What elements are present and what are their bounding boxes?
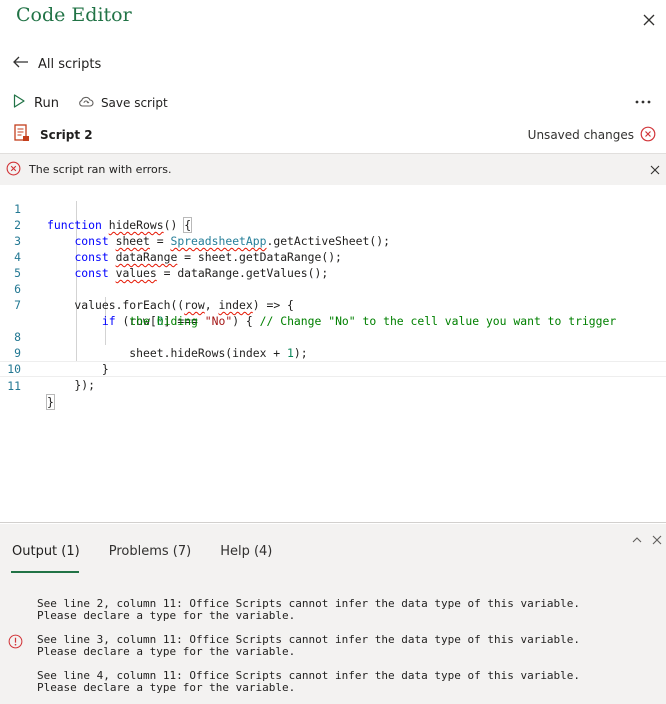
- output-message: See line 4, column 11: Office Scripts ca…: [37, 670, 580, 694]
- line-number: 11: [7, 379, 21, 393]
- message-line: Please declare a type for the variable.: [37, 609, 296, 622]
- script-header: Script 2 Unsaved changes: [14, 124, 656, 146]
- script-name: Script 2: [40, 128, 93, 142]
- code-editor[interactable]: 1 function hideRows() { 2 const sheet = …: [0, 185, 666, 523]
- app-title: Code Editor: [16, 4, 132, 26]
- code-line: 1 function hideRows() {: [0, 185, 666, 233]
- code-line: 2 const sheet = SpreadsheetApp.getActive…: [0, 201, 666, 248]
- output-message: See line 3, column 11: Office Scripts ca…: [37, 634, 580, 658]
- arrow-left-icon: [12, 55, 30, 73]
- chevron-up-icon[interactable]: [630, 532, 644, 546]
- dismiss-error-icon[interactable]: [648, 163, 662, 177]
- script-file-icon: [14, 124, 30, 146]
- code-line: 9 }: [0, 329, 666, 376]
- close-icon[interactable]: [640, 11, 658, 29]
- code-line: 7 if (row[0] === "No") { // Change "No" …: [0, 281, 666, 328]
- error-circle-icon: [640, 126, 656, 145]
- code-line-wrap: the hiding: [0, 297, 666, 328]
- unsaved-label: Unsaved changes: [527, 128, 634, 142]
- more-options-icon[interactable]: [634, 93, 652, 111]
- code-line: 10 });: [0, 345, 666, 392]
- output-panel: Output (1) Problems (7) Help (4) See lin…: [0, 524, 666, 704]
- code-line: 5: [0, 249, 666, 280]
- tab-problems[interactable]: Problems (7): [109, 544, 191, 559]
- code-line: 3 const dataRange = sheet.getDataRange()…: [0, 217, 666, 264]
- all-scripts-link[interactable]: All scripts: [12, 54, 101, 74]
- tab-output[interactable]: Output (1): [12, 544, 80, 559]
- message-line: Please declare a type for the variable.: [37, 645, 296, 658]
- cloud-sync-icon: [77, 95, 95, 112]
- error-circle-icon: [6, 161, 21, 179]
- run-label: Run: [34, 95, 59, 111]
- error-message-text: The script ran with errors.: [29, 163, 172, 176]
- run-button[interactable]: Run: [12, 93, 59, 113]
- save-script-label: Save script: [100, 96, 168, 110]
- error-message-bar: The script ran with errors.: [0, 153, 666, 185]
- panel-controls: [630, 532, 664, 546]
- unsaved-status: Unsaved changes: [528, 126, 656, 145]
- warning-circle-icon: [8, 634, 23, 649]
- tab-help[interactable]: Help (4): [220, 544, 272, 559]
- code-line: 6 values.forEach((row, index) => {: [0, 265, 666, 312]
- output-message: See line 2, column 11: Office Scripts ca…: [37, 598, 580, 622]
- active-tab-indicator: [11, 571, 79, 573]
- toolbar: Run Save script: [12, 92, 168, 114]
- close-panel-icon[interactable]: [650, 532, 664, 546]
- code-line: 4 const values = dataRange.getValues();: [0, 233, 666, 280]
- code-text: });: [47, 378, 96, 392]
- play-icon: [12, 93, 26, 113]
- message-line: Please declare a type for the variable.: [37, 681, 296, 694]
- code-line: 8 sheet.hideRows(index + 1);: [0, 313, 666, 360]
- save-script-button[interactable]: Save script: [77, 95, 168, 112]
- panel-tabs: Output (1) Problems (7) Help (4): [12, 544, 272, 559]
- code-line-current: 11 }: [0, 361, 666, 410]
- code-text: }: [46, 394, 55, 410]
- all-scripts-label: All scripts: [38, 56, 102, 72]
